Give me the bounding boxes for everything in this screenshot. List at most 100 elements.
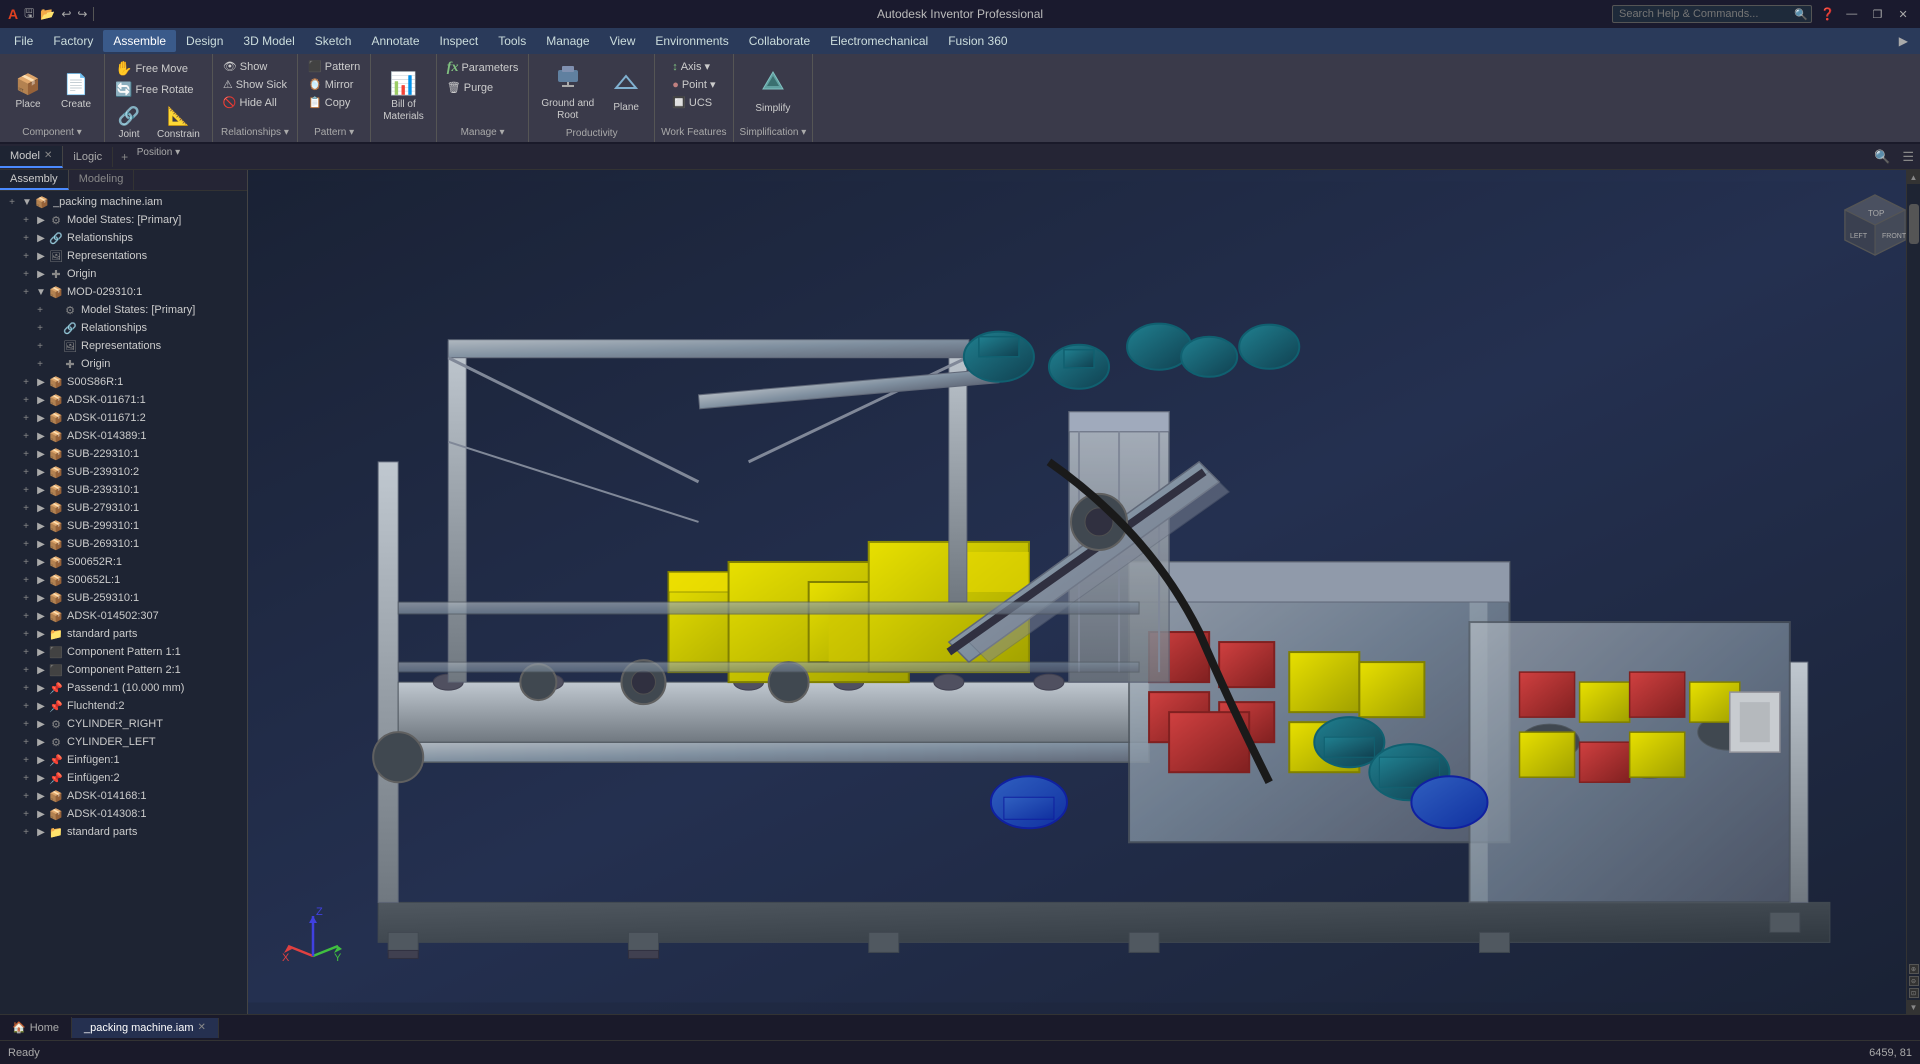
tree-item[interactable]: +▶📦S00652L:1 [0, 571, 247, 589]
tree-item[interactable]: +▶📦SUB-269310:1 [0, 535, 247, 553]
menu-file[interactable]: File [4, 30, 43, 52]
menu-inspect[interactable]: Inspect [430, 30, 489, 52]
menu-assemble[interactable]: Assemble [103, 30, 176, 52]
tree-expander[interactable]: ▶ [34, 573, 48, 587]
tree-item[interactable]: +▶🖼Representations [0, 247, 247, 265]
file-tab-close[interactable]: ✕ [198, 1022, 206, 1033]
tree-item[interactable]: +▶📦S00652R:1 [0, 553, 247, 571]
tree-expand-btn[interactable]: + [20, 808, 32, 820]
menu-view[interactable]: View [600, 30, 646, 52]
copy-button[interactable]: 📋 Copy [304, 94, 354, 111]
tree-expander[interactable]: ▶ [34, 645, 48, 659]
tree-item[interactable]: + 🔗Relationships [0, 319, 247, 337]
tree-item[interactable]: +▼📦_packing machine.iam [0, 193, 247, 211]
menu-fusion360[interactable]: Fusion 360 [938, 30, 1017, 52]
tree-item[interactable]: +▶📦ADSK-014308:1 [0, 805, 247, 823]
tree-expander[interactable]: ▶ [34, 537, 48, 551]
tree-item[interactable]: +▶🔗Relationships [0, 229, 247, 247]
tree-item[interactable]: +▶📦ADSK-014168:1 [0, 787, 247, 805]
tree-item[interactable]: +▶✚Origin [0, 265, 247, 283]
tree-expander[interactable]: ▶ [34, 771, 48, 785]
tree-expand-btn[interactable]: + [20, 214, 32, 226]
free-move-button[interactable]: ✋ Free Move [111, 58, 192, 79]
tree-item[interactable]: + 🖼Representations [0, 337, 247, 355]
bom-button[interactable]: 📊 Bill of Materials [377, 67, 430, 127]
tree-expand-btn[interactable]: + [20, 736, 32, 748]
quick-save-icon[interactable]: 🖫 [24, 4, 34, 25]
tree-expand-btn[interactable]: + [20, 790, 32, 802]
simplification-group-label[interactable]: Simplification ▾ [740, 127, 807, 138]
quick-open-icon[interactable]: 📂 [40, 7, 55, 21]
tree-expander[interactable] [48, 357, 62, 371]
scrollbar-down-btn[interactable]: ▼ [1907, 1000, 1920, 1014]
viewport[interactable]: X Y Z TOP LEFT FRONT ▲ [248, 170, 1920, 1014]
tree-expander[interactable]: ▶ [34, 825, 48, 839]
tree-expander[interactable]: ▶ [34, 681, 48, 695]
tree-expand-btn[interactable]: + [20, 412, 32, 424]
tree-expander[interactable]: ▶ [34, 393, 48, 407]
tree-item[interactable]: +▶⚙CYLINDER_LEFT [0, 733, 247, 751]
tree-item[interactable]: +▶📦SUB-239310:1 [0, 481, 247, 499]
tree-item[interactable]: +▶📦SUB-259310:1 [0, 589, 247, 607]
menu-tools[interactable]: Tools [488, 30, 536, 52]
component-group-label[interactable]: Component ▾ [22, 127, 82, 138]
tree-expander[interactable]: ▶ [34, 483, 48, 497]
tree-expand-btn[interactable]: + [20, 448, 32, 460]
tree-item[interactable]: +▶📦ADSK-011671:2 [0, 409, 247, 427]
model-tab-close[interactable]: ✕ [44, 150, 52, 161]
tree-expander[interactable]: ▶ [34, 249, 48, 263]
bottom-tab-file[interactable]: _packing machine.iam ✕ [72, 1018, 219, 1038]
tree-expander[interactable]: ▶ [34, 627, 48, 641]
menu-collaborate[interactable]: Collaborate [739, 30, 820, 52]
mirror-button[interactable]: 🪞 Mirror [304, 76, 357, 93]
scroll-corner-icons[interactable]: ⊕ ⊖ ⊡ [1907, 962, 1920, 1000]
tree-expander[interactable]: ▶ [34, 465, 48, 479]
pattern-button[interactable]: ⬛ Pattern [304, 58, 364, 75]
tree-item[interactable]: +▶📦SUB-239310:2 [0, 463, 247, 481]
display-toggle[interactable]: ▶ [1891, 34, 1916, 48]
tree-expand-btn[interactable]: + [20, 646, 32, 658]
add-tab-button[interactable]: + [113, 146, 136, 168]
tree-expand-btn[interactable]: + [20, 700, 32, 712]
tree-expand-btn[interactable]: + [20, 718, 32, 730]
bottom-tab-home[interactable]: 🏠 Home [0, 1017, 72, 1038]
tree-expander[interactable]: ▼ [34, 285, 48, 299]
viewport-scrollbar-vertical[interactable]: ▲ ⊕ ⊖ ⊡ ▼ [1906, 170, 1920, 1014]
tree-expand-btn[interactable]: + [34, 322, 46, 334]
tree-expand-btn[interactable]: + [20, 628, 32, 640]
tree-item[interactable]: +▶📦SUB-229310:1 [0, 445, 247, 463]
tree-expand-btn[interactable]: + [20, 610, 32, 622]
axis-button[interactable]: ↕ Axis ▾ [668, 58, 714, 75]
tree-expander[interactable]: ▶ [34, 753, 48, 767]
simplify-button[interactable]: Simplify [749, 65, 796, 119]
scrollbar-thumb-v[interactable] [1909, 204, 1919, 244]
tree-expand-btn[interactable]: + [20, 664, 32, 676]
tree-expand-btn[interactable]: + [20, 430, 32, 442]
tree-item[interactable]: +▶📦ADSK-014389:1 [0, 427, 247, 445]
tree-item[interactable]: +▶📦S00S86R:1 [0, 373, 247, 391]
tree-expand-btn[interactable]: + [20, 250, 32, 262]
tree-expander[interactable]: ▶ [34, 591, 48, 605]
tree-expand-btn[interactable]: + [20, 754, 32, 766]
tree-expander[interactable]: ▶ [34, 717, 48, 731]
ucs-button[interactable]: 🔲 UCS [668, 94, 716, 111]
tree-expander[interactable]: ▶ [34, 609, 48, 623]
create-button[interactable]: 📄 Create [54, 68, 98, 115]
tree-expander[interactable]: ▶ [34, 213, 48, 227]
model-tab[interactable]: Model ✕ [0, 146, 63, 168]
parameters-button[interactable]: fx Parameters [443, 58, 523, 78]
tree-expand-btn[interactable]: + [20, 520, 32, 532]
tree-expand-btn[interactable]: + [20, 502, 32, 514]
pattern-group-label[interactable]: Pattern ▾ [314, 127, 354, 138]
free-rotate-button[interactable]: 🔄 Free Rotate [111, 79, 198, 100]
tree-expander[interactable]: ▶ [34, 429, 48, 443]
tree-expand-btn[interactable]: + [20, 466, 32, 478]
menu-sketch[interactable]: Sketch [305, 30, 362, 52]
tree-item[interactable]: +▶📦ADSK-014502:307 [0, 607, 247, 625]
tree-expand-btn[interactable]: + [20, 232, 32, 244]
tree-expander[interactable]: ▼ [20, 195, 34, 209]
tree-expander[interactable]: ▶ [34, 735, 48, 749]
tab-assembly[interactable]: Assembly [0, 170, 69, 190]
tree-item[interactable]: + ⚙Model States: [Primary] [0, 301, 247, 319]
tree-expander[interactable] [48, 303, 62, 317]
